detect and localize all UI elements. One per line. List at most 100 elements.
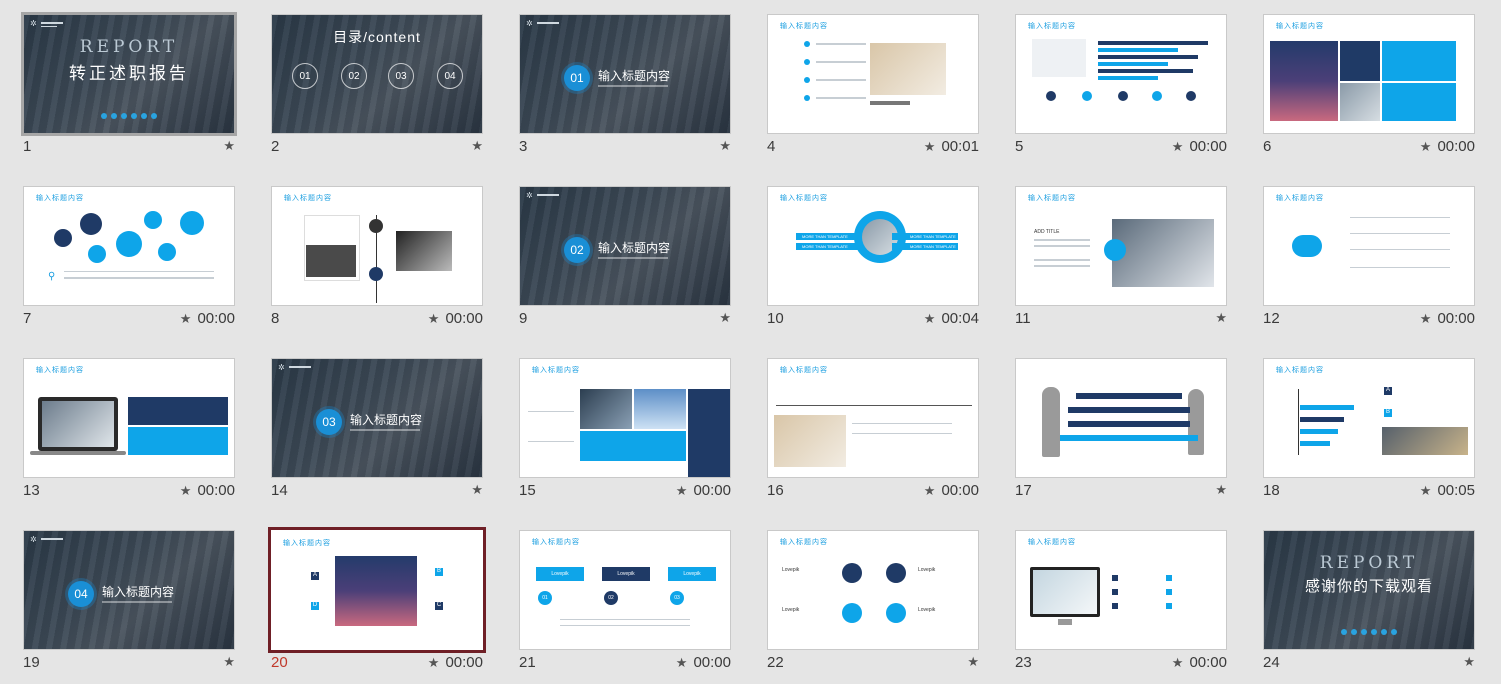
label-text: Lovepik — [782, 567, 800, 573]
star-icon[interactable]: ★ — [924, 311, 936, 327]
slide-thumbnail-14[interactable]: ✲ 03 输入标题内容 — [271, 358, 483, 478]
slide-thumbnail-5[interactable]: 输入标题内容 — [1015, 14, 1227, 134]
slide-meta: ★ 00:01 — [924, 138, 979, 155]
label-text: MORE THAN TEMPLATE — [910, 244, 956, 249]
slide-thumbnail-18[interactable]: 输入标题内容 A B — [1263, 358, 1475, 478]
star-icon[interactable]: ★ — [1172, 655, 1184, 671]
slide-cell-15[interactable]: 输入标题内容 15 ★ 00:00 — [519, 358, 731, 508]
label-text: MORE THAN TEMPLATE — [802, 244, 848, 249]
slide-thumbnail-11[interactable]: 输入标题内容 ADD TITLE — [1015, 186, 1227, 306]
slide-cell-9[interactable]: ✲ 02 输入标题内容 9 ★ — [519, 186, 731, 336]
slide-cell-21[interactable]: 输入标题内容 Lovepik Lovepik Lovepik 01 02 03 … — [519, 530, 731, 680]
divider — [64, 271, 214, 272]
star-icon[interactable]: ★ — [1215, 482, 1227, 498]
slide-cell-18[interactable]: 输入标题内容 A B 18 ★ 00:05 — [1263, 358, 1475, 508]
navy-block — [128, 397, 228, 425]
star-icon[interactable]: ★ — [428, 311, 440, 327]
slide-cell-22[interactable]: 输入标题内容 Lovepik Lovepik Lovepik Lovepik 2… — [767, 530, 979, 680]
slide-cell-6[interactable]: 输入标题内容 6 ★ 00:00 — [1263, 14, 1475, 164]
slide-thumbnail-7[interactable]: 输入标题内容 ⚲ — [23, 186, 235, 306]
star-icon[interactable]: ★ — [1420, 311, 1432, 327]
star-icon[interactable]: ★ — [223, 654, 235, 670]
slide-cell-23[interactable]: 输入标题内容 23 ★ 00:00 — [1015, 530, 1227, 680]
slide-thumbnail-19[interactable]: ✲ 04 输入标题内容 — [23, 530, 235, 650]
slide-cell-24[interactable]: REPORT 感谢你的下载观看 24 ★ — [1263, 530, 1475, 680]
star-icon[interactable]: ★ — [719, 310, 731, 326]
timing: 00:00 — [197, 310, 235, 327]
bar — [1098, 69, 1193, 73]
slide-heading: 输入标题内容 — [780, 367, 828, 374]
slide-meta: ★ — [719, 138, 731, 154]
star-icon[interactable]: ★ — [924, 483, 936, 499]
slide-cell-4[interactable]: 输入标题内容 4 ★ 00:01 — [767, 14, 979, 164]
star-icon[interactable]: ★ — [1463, 654, 1475, 670]
slide-thumbnail-3[interactable]: ✲ 01 输入标题内容 — [519, 14, 731, 134]
slide-cell-1[interactable]: ✲ REPORT 转正述职报告 1 ★ — [21, 12, 237, 164]
timing: 00:00 — [445, 310, 483, 327]
slide-cell-12[interactable]: 输入标题内容 12 ★ 00:00 — [1263, 186, 1475, 336]
slide-cell-16[interactable]: 输入标题内容 16 ★ 00:00 — [767, 358, 979, 508]
star-icon[interactable]: ★ — [1420, 139, 1432, 155]
slide-cell-20[interactable]: 输入标题内容 A B D C 20 ★ 00:00 — [268, 527, 486, 680]
laptop-base — [30, 451, 126, 455]
slide-cell-7[interactable]: 输入标题内容 ⚲ 7 ★ 00:00 — [23, 186, 235, 336]
slide-cell-8[interactable]: 输入标题内容 8 ★ 00:00 — [271, 186, 483, 336]
slide-thumbnail-24[interactable]: REPORT 感谢你的下载观看 — [1263, 530, 1475, 650]
slide-cell-13[interactable]: 输入标题内容 13 ★ 00:00 — [23, 358, 235, 508]
slide-thumbnail-2[interactable]: 目录/content 01 02 03 04 — [271, 14, 483, 134]
star-icon[interactable]: ★ — [676, 655, 688, 671]
slide-cell-10[interactable]: 输入标题内容 MORE THAN TEMPLATE MORE THAN TEMP… — [767, 186, 979, 336]
slide-cell-3[interactable]: ✲ 01 输入标题内容 3 ★ — [519, 14, 731, 164]
slide-thumbnail-22[interactable]: 输入标题内容 Lovepik Lovepik Lovepik Lovepik — [767, 530, 979, 650]
slide-thumbnail-16[interactable]: 输入标题内容 — [767, 358, 979, 478]
star-icon[interactable]: ★ — [1215, 310, 1227, 326]
slide-number: 15 — [519, 482, 536, 499]
navy-block — [1340, 41, 1380, 81]
star-icon[interactable]: ★ — [180, 483, 192, 499]
slide-thumbnail-8[interactable]: 输入标题内容 — [271, 186, 483, 306]
slide-cell-14[interactable]: ✲ 03 输入标题内容 14 ★ — [271, 358, 483, 508]
slide-thumbnail-10[interactable]: 输入标题内容 MORE THAN TEMPLATE MORE THAN TEMP… — [767, 186, 979, 306]
slide-cell-17[interactable]: 17 ★ — [1015, 358, 1227, 508]
slide-cell-11[interactable]: 输入标题内容 ADD TITLE 11 ★ — [1015, 186, 1227, 336]
decor-line — [537, 194, 559, 196]
section-number: 04 — [68, 581, 94, 607]
slide-thumbnail-13[interactable]: 输入标题内容 — [23, 358, 235, 478]
slide-thumbnail-15[interactable]: 输入标题内容 — [519, 358, 731, 478]
decor-line — [537, 22, 559, 24]
slide-thumbnail-12[interactable]: 输入标题内容 — [1263, 186, 1475, 306]
slide-thumbnail-23[interactable]: 输入标题内容 — [1015, 530, 1227, 650]
star-icon[interactable]: ★ — [180, 311, 192, 327]
slide-thumbnail-21[interactable]: 输入标题内容 Lovepik Lovepik Lovepik 01 02 03 — [519, 530, 731, 650]
star-icon[interactable]: ★ — [967, 654, 979, 670]
slide-heading: 输入标题内容 — [1276, 195, 1324, 202]
slide-thumbnail-9[interactable]: ✲ 02 输入标题内容 — [519, 186, 731, 306]
star-icon[interactable]: ★ — [223, 138, 235, 154]
slide-thumbnail-20[interactable]: 输入标题内容 A B D C — [268, 527, 486, 653]
letter-badge: A — [311, 572, 319, 580]
slide-cell-19[interactable]: ✲ 04 输入标题内容 19 ★ — [23, 530, 235, 680]
slide-meta: ★ — [471, 138, 483, 154]
end-title: 感谢你的下载观看 — [1304, 578, 1433, 595]
slide-thumbnail-1[interactable]: ✲ REPORT 转正述职报告 — [21, 12, 237, 136]
slide-cell-2[interactable]: 目录/content 01 02 03 04 2 ★ — [271, 14, 483, 164]
slide-number: 5 — [1015, 138, 1024, 155]
divider — [776, 405, 972, 406]
slide-cell-5[interactable]: 输入标题内容 5 ★ 00:00 — [1015, 14, 1227, 164]
slide-thumbnail-17[interactable] — [1015, 358, 1227, 478]
slide-number: 7 — [23, 310, 32, 327]
star-icon[interactable]: ★ — [719, 138, 731, 154]
star-icon[interactable]: ★ — [471, 482, 483, 498]
star-icon[interactable]: ★ — [1420, 483, 1432, 499]
label-text: MORE THAN TEMPLATE — [910, 234, 956, 239]
slide-thumbnail-4[interactable]: 输入标题内容 — [767, 14, 979, 134]
star-icon[interactable]: ★ — [471, 138, 483, 154]
star-icon[interactable]: ★ — [924, 139, 936, 155]
star-icon[interactable]: ★ — [428, 655, 440, 671]
photo — [1340, 83, 1380, 121]
slide-heading: 输入标题内容 — [283, 540, 331, 547]
pin-icon — [1046, 91, 1056, 101]
star-icon[interactable]: ★ — [676, 483, 688, 499]
slide-thumbnail-6[interactable]: 输入标题内容 — [1263, 14, 1475, 134]
star-icon[interactable]: ★ — [1172, 139, 1184, 155]
